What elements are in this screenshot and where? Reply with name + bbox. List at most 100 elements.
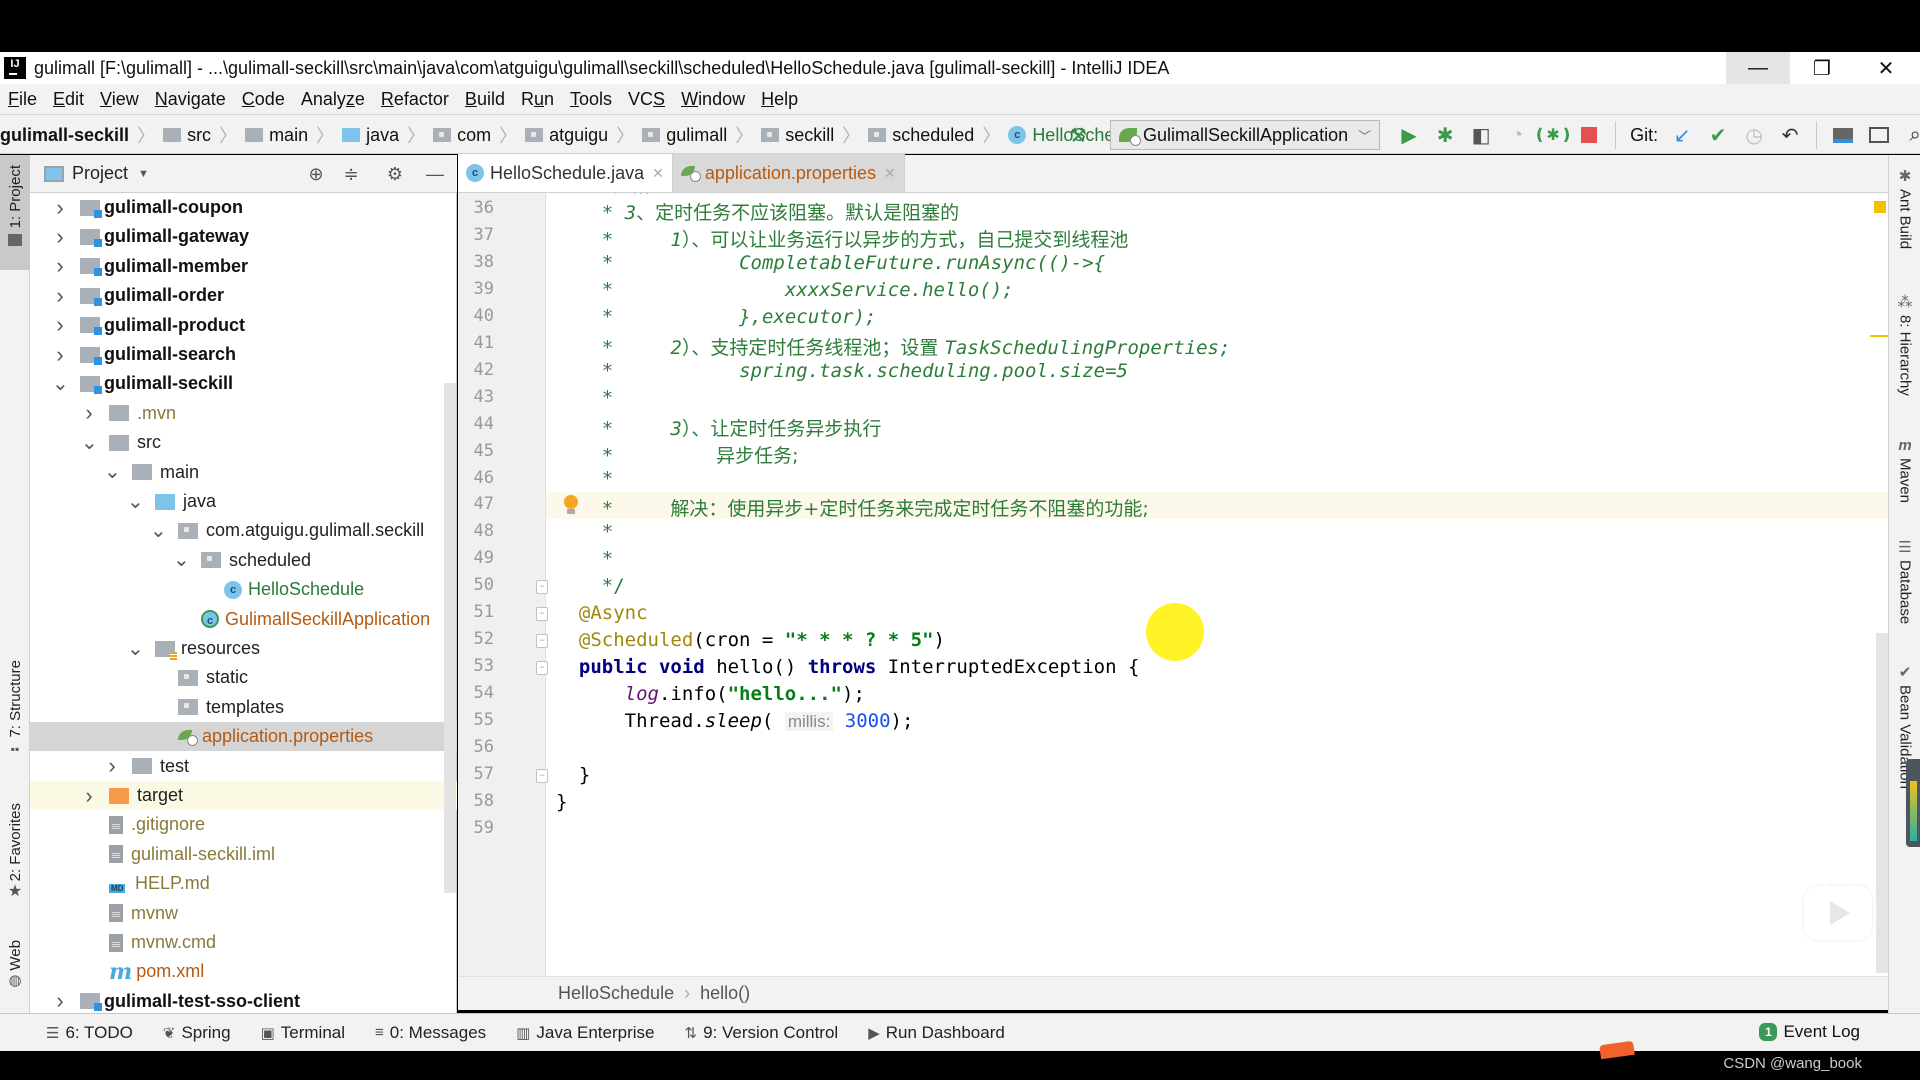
chevron-down-icon[interactable]: ⌄ (150, 521, 167, 541)
project-view-selector[interactable]: Project (72, 163, 128, 184)
run-anything-icon[interactable] (1864, 120, 1894, 150)
tool-tab-favorites[interactable]: 2: Favorites ★ (0, 803, 30, 901)
video-play-icon[interactable] (1804, 886, 1872, 940)
tool-tab-structure[interactable]: 7: Structure ▪▪ (0, 660, 30, 756)
profile-icon[interactable]: ◔ (1502, 120, 1532, 150)
menu-item[interactable]: Navigate (155, 89, 226, 110)
tree-node[interactable]: ⌄ main (30, 458, 457, 487)
search-icon[interactable]: ⌕ (1900, 120, 1920, 150)
gear-icon[interactable]: ⚙ (382, 161, 408, 187)
chevron-right-icon[interactable]: › (52, 343, 68, 365)
chevron-right-icon[interactable]: › (104, 755, 120, 777)
git-history-icon[interactable]: ◷ (1739, 120, 1769, 150)
tab-helloschedule-java[interactable]: c HelloSchedule.java ✕ (458, 154, 673, 192)
menu-item[interactable]: Edit (53, 89, 84, 110)
tree-node[interactable]: .gitignore (30, 810, 457, 839)
chevron-down-icon[interactable]: ⌄ (52, 374, 69, 394)
tree-node[interactable]: mvnw.cmd (30, 928, 457, 957)
attach-debugger-icon[interactable]: ❪✱❫ (1533, 120, 1573, 150)
fold-marker-icon[interactable]: − (536, 661, 548, 676)
tree-node[interactable]: › gulimall-coupon (30, 193, 457, 222)
tool-tab-database[interactable]: ☰ Database (1889, 538, 1920, 624)
tool-tab-web[interactable]: Web ◍ (0, 940, 30, 989)
fold-marker-icon[interactable]: − (536, 607, 548, 622)
project-structure-icon[interactable] (1828, 120, 1858, 150)
hammer-icon[interactable]: ⚒ (1063, 120, 1093, 150)
tree-node[interactable]: static (30, 663, 457, 692)
tree-node[interactable]: › gulimall-gateway (30, 222, 457, 251)
chevron-right-icon[interactable]: › (52, 990, 68, 1012)
hide-panel-icon[interactable]: — (422, 161, 448, 187)
git-update-icon[interactable]: ↙ (1667, 120, 1697, 150)
menu-item[interactable]: VCS (628, 89, 665, 110)
tree-node[interactable]: templates (30, 693, 457, 722)
tree-node[interactable]: › target (30, 781, 457, 810)
bottom-tab[interactable]: ⇅ 9: Version Control (684, 1023, 838, 1043)
tree-node[interactable]: ⌄ com.atguigu.gulimall.seckill (30, 516, 457, 545)
breadcrumb-item[interactable]: main (245, 125, 308, 146)
chevron-down-icon[interactable]: ⌄ (173, 550, 190, 570)
event-log-button[interactable]: 1 Event Log (1759, 1022, 1860, 1042)
restore-button[interactable]: ❐ (1790, 52, 1854, 84)
error-stripe-marker[interactable] (1870, 335, 1888, 337)
tree-node[interactable]: › gulimall-product (30, 311, 457, 340)
chevron-down-icon[interactable]: ⌄ (104, 462, 121, 482)
tree-node[interactable]: m pom.xml (30, 957, 457, 986)
run-icon[interactable]: ▶ (1394, 120, 1424, 150)
menu-item[interactable]: View (100, 89, 139, 110)
close-tab-icon[interactable]: ✕ (652, 165, 664, 182)
chevron-down-icon[interactable]: ⌄ (81, 433, 98, 453)
chevron-down-icon[interactable]: ⌄ (127, 492, 144, 512)
editor-scrollbar[interactable] (1876, 633, 1888, 973)
tree-node[interactable]: › gulimall-order (30, 281, 457, 310)
breadcrumb-class[interactable]: HelloSchedule (558, 983, 674, 1004)
tree-node[interactable]: ⌄ resources (30, 634, 457, 663)
chevron-right-icon[interactable]: › (52, 255, 68, 277)
tool-tab-hierarchy[interactable]: ⁂ 8: Hierarchy (1889, 293, 1920, 396)
bottom-tab[interactable]: ≡ 0: Messages (375, 1023, 486, 1043)
bottom-tab[interactable]: ☰ 6: TODO (46, 1023, 133, 1043)
collapse-all-icon[interactable]: ≑ (338, 161, 364, 187)
tree-node[interactable]: › gulimall-search (30, 340, 457, 369)
bottom-tab[interactable]: ▣ Terminal (261, 1023, 345, 1043)
close-button[interactable]: ✕ (1854, 52, 1918, 84)
breadcrumb-method[interactable]: hello() (700, 983, 750, 1004)
tool-tab-project[interactable]: 1: Project (0, 155, 30, 270)
tree-node[interactable]: application.properties (30, 722, 457, 752)
chevron-right-icon[interactable]: › (52, 196, 68, 218)
tree-node[interactable]: ⌄ java (30, 487, 457, 516)
tree-node[interactable]: ⌄ src (30, 428, 457, 457)
stop-icon[interactable] (1574, 120, 1604, 150)
inspection-status-icon[interactable] (1874, 201, 1886, 213)
tree-node[interactable]: c HelloSchedule (30, 575, 457, 604)
run-configuration-select[interactable]: GulimallSeckillApplication ﹀ (1110, 120, 1381, 150)
breadcrumb-item[interactable]: com (433, 125, 491, 146)
tool-tab-ant-build[interactable]: ✱ Ant Build (1889, 167, 1920, 249)
chevron-right-icon[interactable]: › (52, 284, 68, 306)
bottom-tab[interactable]: ▶ Run Dashboard (868, 1023, 1005, 1043)
menu-item[interactable]: Run (521, 89, 554, 110)
chevron-right-icon[interactable]: › (52, 225, 68, 247)
breadcrumb-item[interactable]: atguigu (525, 125, 608, 146)
debug-icon[interactable]: ✱ (1430, 120, 1460, 150)
tree-node[interactable]: gulimall-seckill.iml (30, 840, 457, 869)
tree-node[interactable]: c GulimallSeckillApplication (30, 605, 457, 634)
code-editor[interactable]: 36 37 38 39 40 41 42 43 44 45 46 47 48 49 50 − 51 − 52 − 53 −… (458, 193, 1888, 976)
tree-node[interactable]: ⌄ gulimall-seckill (30, 369, 457, 398)
fold-marker-icon[interactable]: − (536, 634, 548, 649)
git-rollback-icon[interactable]: ↶ (1775, 120, 1805, 150)
menu-item[interactable]: Window (681, 89, 745, 110)
dropdown-arrow-icon[interactable]: ▼ (138, 168, 149, 180)
chevron-right-icon[interactable]: › (81, 784, 97, 806)
tool-tab-maven[interactable]: m Maven (1889, 437, 1920, 503)
breadcrumb-item[interactable]: scheduled (868, 125, 974, 146)
tree-node[interactable]: ⌄ scheduled (30, 546, 457, 575)
tree-node[interactable]: › gulimall-test-sso-client (30, 987, 457, 1016)
chevron-right-icon[interactable]: › (52, 314, 68, 336)
memory-indicator[interactable] (1906, 759, 1920, 847)
tab-application-properties[interactable]: application.properties ✕ (672, 154, 905, 192)
breadcrumb-item[interactable]: seckill (761, 125, 834, 146)
fold-marker-icon[interactable]: − (536, 580, 548, 595)
git-commit-icon[interactable]: ✔ (1703, 120, 1733, 150)
tree-scrollbar[interactable] (444, 383, 456, 893)
